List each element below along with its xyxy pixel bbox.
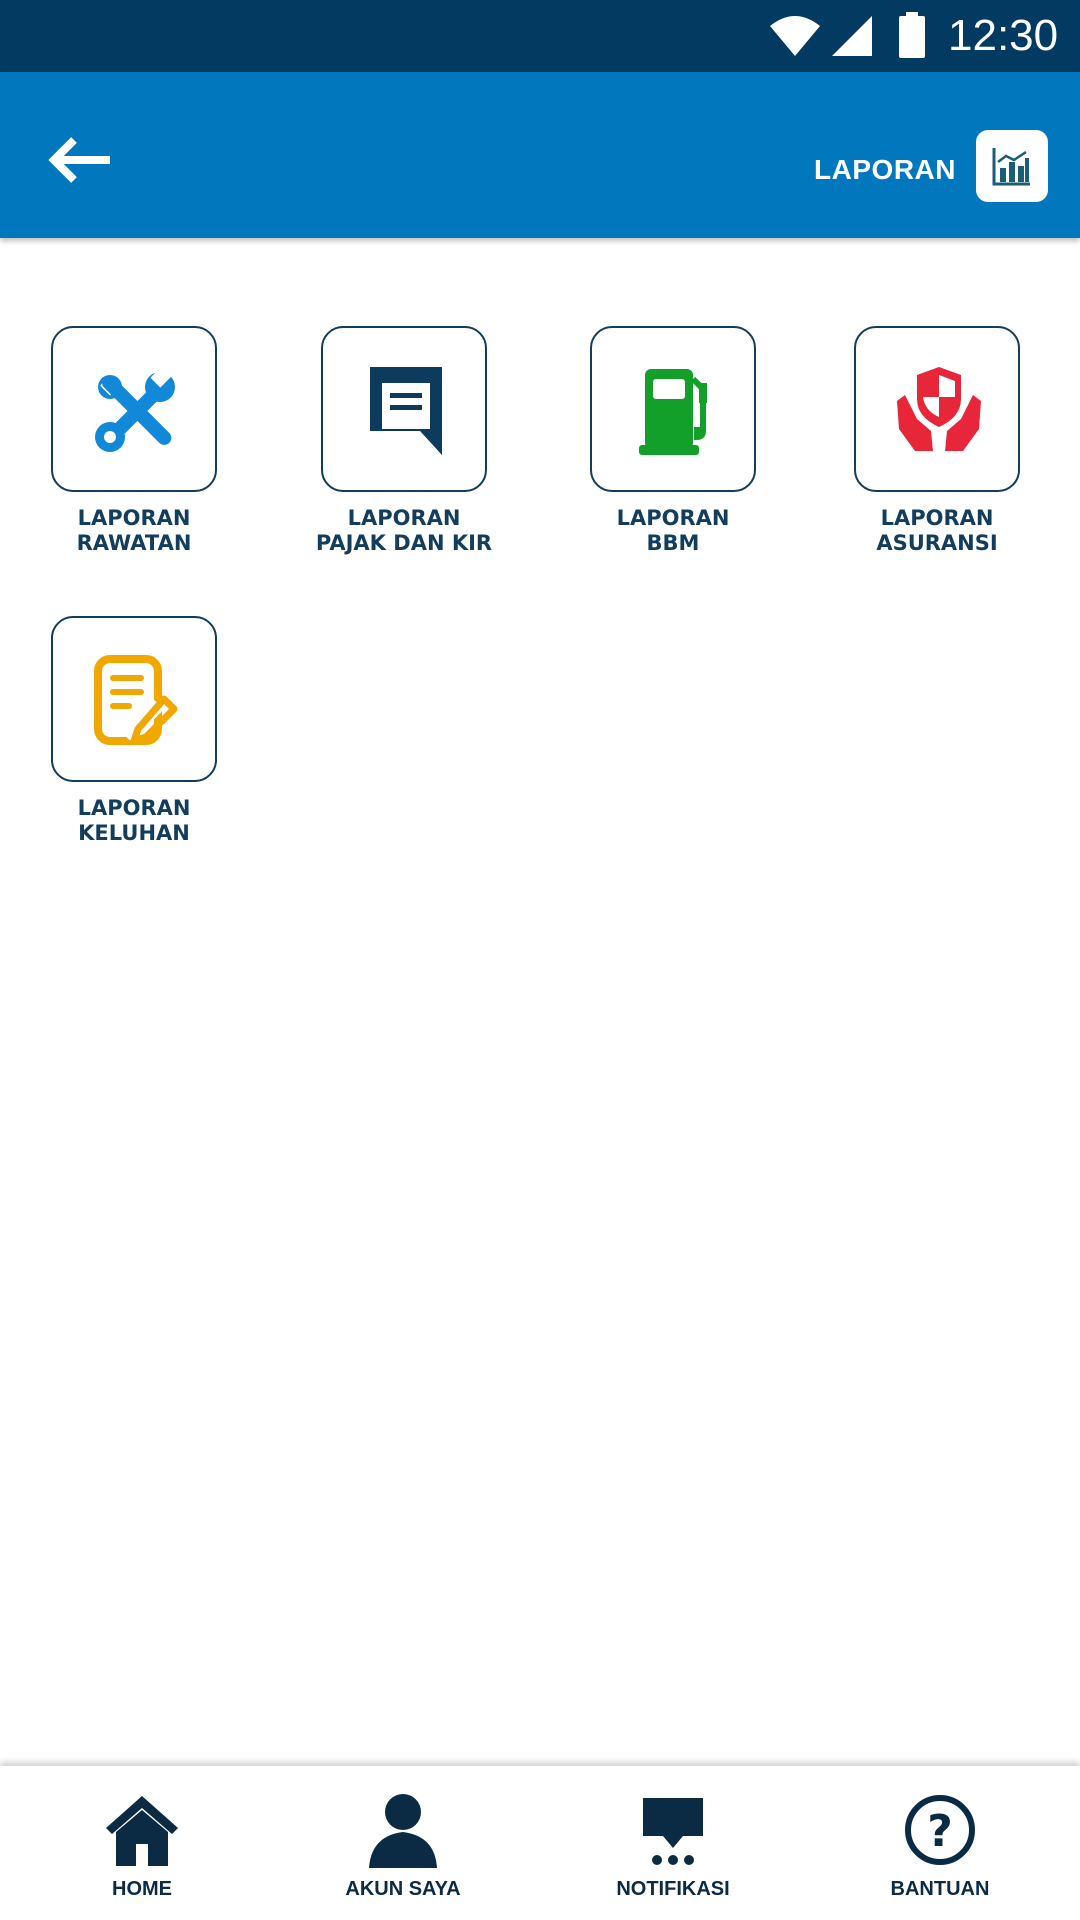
back-button[interactable]	[40, 130, 120, 190]
nav-akun-saya[interactable]: AKUN SAYA	[303, 1790, 503, 1902]
status-time: 12:30	[948, 11, 1059, 60]
menu-laporan-keluhan[interactable]: LAPORAN KELUHAN	[24, 616, 244, 846]
menu-label: LAPORAN ASURANSI	[876, 506, 998, 555]
insurance-shield-icon	[897, 367, 981, 451]
menu-label: LAPORAN KELUHAN	[77, 796, 191, 845]
menu-tile[interactable]	[51, 326, 217, 492]
nav-label: BANTUAN	[890, 1878, 990, 1900]
nav-bantuan[interactable]: ? BANTUAN	[840, 1790, 1040, 1902]
bottom-navigation: HOME AKUN SAYA NOTIFIKASI ? BANTUAN	[0, 1766, 1080, 1920]
arrow-left-icon	[48, 137, 110, 183]
nav-notifikasi[interactable]: NOTIFIKASI	[573, 1790, 773, 1902]
complaint-note-icon	[94, 655, 178, 745]
battery-icon	[898, 12, 926, 63]
tools-icon	[95, 366, 175, 452]
status-bar: 12:30	[0, 0, 1080, 72]
menu-laporan-pajak-dan-kir[interactable]: LAPORAN PAJAK DAN KIR	[294, 326, 514, 556]
home-icon	[102, 1790, 182, 1870]
svg-text:?: ?	[927, 1806, 953, 1857]
page-title: LAPORAN	[814, 154, 956, 185]
document-icon	[370, 367, 442, 455]
menu-label: LAPORAN RAWATAN	[76, 506, 192, 555]
menu-laporan-bbm[interactable]: LAPORAN BBM	[563, 326, 783, 556]
menu-tile[interactable]	[590, 326, 756, 492]
signal-icon	[830, 14, 874, 63]
menu-label: LAPORAN PAJAK DAN KIR	[315, 506, 493, 555]
nav-label: NOTIFIKASI	[616, 1878, 730, 1900]
user-icon	[363, 1790, 443, 1870]
nav-label: AKUN SAYA	[345, 1878, 461, 1900]
nav-label: HOME	[112, 1878, 172, 1900]
report-badge	[976, 130, 1048, 202]
bar-chart-icon	[992, 148, 1030, 186]
app-bar: LAPORAN	[0, 72, 1080, 238]
help-icon: ?	[900, 1790, 980, 1870]
wifi-icon	[768, 14, 822, 63]
chat-icon	[633, 1790, 713, 1870]
menu-tile[interactable]	[321, 326, 487, 492]
menu-laporan-asuransi[interactable]: LAPORAN ASURANSI	[827, 326, 1047, 556]
menu-tile[interactable]	[51, 616, 217, 782]
menu-tile[interactable]	[854, 326, 1020, 492]
nav-home[interactable]: HOME	[42, 1790, 242, 1902]
menu-label: LAPORAN BBM	[616, 506, 730, 555]
fuel-pump-icon	[639, 369, 707, 455]
menu-laporan-rawatan[interactable]: LAPORAN RAWATAN	[24, 326, 244, 556]
